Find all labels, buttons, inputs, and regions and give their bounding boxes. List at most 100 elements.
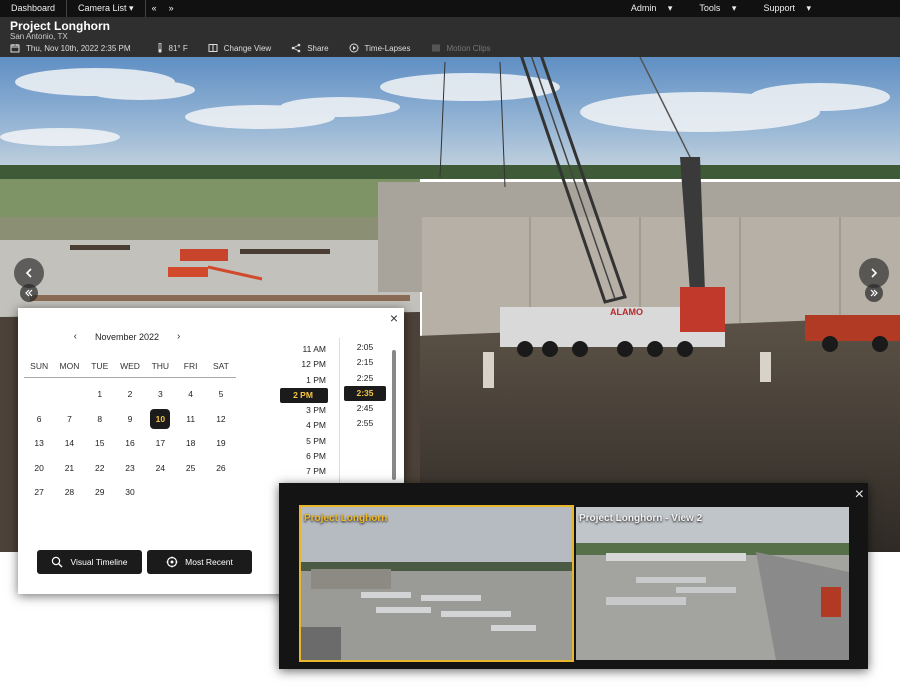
hour-option[interactable]: 6 PM bbox=[280, 449, 328, 464]
calendar-day[interactable]: 17 bbox=[145, 431, 175, 456]
calendar-day[interactable]: 5 bbox=[206, 382, 236, 407]
nav-camera-list-dropdown[interactable]: Camera List ▾ bbox=[67, 0, 146, 17]
change-view-button[interactable]: Change View bbox=[208, 43, 271, 53]
chevron-right-icon bbox=[871, 268, 878, 278]
weekday-label: TUE bbox=[91, 361, 109, 371]
time-lapses-label: Time-Lapses bbox=[364, 43, 411, 53]
selected-day-label: 10 bbox=[150, 408, 171, 429]
minute-option[interactable]: 2:25 bbox=[344, 371, 386, 386]
calendar-day[interactable]: 16 bbox=[115, 431, 145, 456]
hour-option[interactable]: 11 AM bbox=[280, 342, 328, 357]
next-month-button[interactable]: › bbox=[177, 331, 180, 342]
nav-expand-button[interactable]: » bbox=[163, 0, 180, 17]
nav-support-dropdown[interactable]: Support ▾ bbox=[745, 0, 820, 17]
calendar-day[interactable]: 23 bbox=[115, 456, 145, 481]
calendar-week-row: 20 21 22 23 24 25 26 bbox=[24, 456, 236, 481]
divider bbox=[339, 338, 340, 484]
nav-dashboard-link[interactable]: Dashboard bbox=[0, 0, 68, 17]
calendar-day[interactable]: 18 bbox=[175, 431, 205, 456]
calendar-day[interactable]: 4 bbox=[175, 382, 205, 407]
nav-tools-dropdown[interactable]: Tools ▾ bbox=[681, 0, 745, 17]
camera-tile-label: Project Longhorn - View 2 bbox=[579, 513, 703, 524]
calendar-day[interactable]: 22 bbox=[85, 456, 115, 481]
film-icon bbox=[431, 44, 440, 52]
nav-admin-dropdown[interactable]: Admin ▾ bbox=[613, 0, 682, 17]
camera-tile[interactable]: Project Longhorn bbox=[299, 505, 574, 662]
calendar-day[interactable]: 27 bbox=[24, 480, 54, 505]
calendar-day[interactable]: 19 bbox=[206, 431, 236, 456]
calendar-week-row: 12345 bbox=[24, 382, 236, 407]
hour-option[interactable]: 2 PM bbox=[280, 387, 328, 404]
calendar-day[interactable]: 10 bbox=[145, 407, 175, 432]
time-lapses-button[interactable]: Time-Lapses bbox=[349, 43, 411, 53]
calendar-day[interactable]: 3 bbox=[145, 382, 175, 407]
tools-label: Tools bbox=[699, 3, 721, 13]
hour-option[interactable]: 4 PM bbox=[280, 418, 328, 433]
most-recent-button[interactable]: Most Recent bbox=[147, 550, 252, 574]
calendar-empty-cell bbox=[54, 382, 84, 407]
double-chevron-right-icon bbox=[870, 289, 878, 297]
close-icon[interactable]: × bbox=[855, 486, 864, 504]
user-icon[interactable] bbox=[871, 2, 889, 16]
scrollbar[interactable] bbox=[391, 338, 397, 488]
minute-option[interactable]: 2:45 bbox=[344, 401, 386, 416]
layout-icon bbox=[208, 44, 218, 52]
camera-tile[interactable]: Project Longhorn - View 2 bbox=[576, 507, 849, 660]
bell-icon[interactable] bbox=[823, 2, 841, 16]
motion-clips-button[interactable]: Motion Clips bbox=[431, 43, 491, 53]
hour-option[interactable]: 12 PM bbox=[280, 357, 328, 372]
weekday-label: WED bbox=[120, 361, 140, 371]
calendar-day[interactable]: 26 bbox=[206, 456, 236, 481]
camera-tile-label: Project Longhorn bbox=[304, 513, 388, 524]
calendar-icon bbox=[10, 44, 20, 53]
hour-option[interactable]: 1 PM bbox=[280, 373, 328, 388]
calendar-day[interactable]: 30 bbox=[115, 480, 145, 505]
calendar-day[interactable]: 21 bbox=[54, 456, 84, 481]
calendar-week-row: 27 28 29 30 bbox=[24, 480, 236, 505]
calendar-day[interactable]: 25 bbox=[175, 456, 205, 481]
calendar-day[interactable]: 2 bbox=[115, 382, 145, 407]
hour-option[interactable]: 7 PM bbox=[280, 464, 328, 479]
calendar-day[interactable]: 20 bbox=[24, 456, 54, 481]
hour-option[interactable]: 3 PM bbox=[280, 403, 328, 418]
share-button[interactable]: Share bbox=[291, 43, 329, 53]
camera-switcher-panel: × Project Longhorn Project Longhorn - Vi… bbox=[279, 483, 868, 669]
calendar-day[interactable]: 29 bbox=[85, 480, 115, 505]
prev-month-button[interactable]: ‹ bbox=[74, 331, 77, 342]
hour-option[interactable]: 5 PM bbox=[280, 434, 328, 449]
calendar-day[interactable]: 11 bbox=[175, 407, 205, 432]
close-icon[interactable]: × bbox=[390, 310, 398, 326]
calendar-day[interactable]: 24 bbox=[145, 456, 175, 481]
first-image-button[interactable] bbox=[20, 284, 38, 302]
minute-option[interactable]: 2:05 bbox=[344, 340, 386, 355]
calendar-week-row: 13 14 15 16 17 18 19 bbox=[24, 431, 236, 456]
scrollbar-thumb[interactable] bbox=[392, 350, 396, 480]
calendar-grid: SUN MON TUE WED THU FRI SAT 1 2 3 4 5 6 7 8 9 10 1… bbox=[24, 356, 236, 505]
minute-list: 2:05 2:15 2:25 2:35 2:45 2:55 bbox=[344, 340, 386, 432]
calendar-day[interactable]: 12 bbox=[206, 407, 236, 432]
visual-timeline-label: Visual Timeline bbox=[70, 557, 128, 567]
last-image-button[interactable] bbox=[865, 284, 883, 302]
minute-option[interactable]: 2:35 bbox=[344, 385, 386, 402]
play-circle-icon bbox=[349, 43, 359, 53]
motion-clips-label: Motion Clips bbox=[446, 43, 491, 53]
calendar-day[interactable]: 7 bbox=[54, 407, 84, 432]
calendar-day[interactable]: 9 bbox=[115, 407, 145, 432]
calendar-day[interactable]: 8 bbox=[85, 407, 115, 432]
visual-timeline-button[interactable]: Visual Timeline bbox=[37, 550, 142, 574]
calendar-day[interactable]: 28 bbox=[54, 480, 84, 505]
calendar-day[interactable]: 13 bbox=[24, 431, 54, 456]
calendar-day[interactable]: 1 bbox=[85, 382, 115, 407]
globe-icon[interactable] bbox=[847, 2, 865, 16]
calendar-week-row: 6 7 8 9 10 11 12 bbox=[24, 407, 236, 432]
toolbar: Thu, Nov 10th, 2022 2:35 PM 81° F Change… bbox=[10, 43, 511, 53]
minute-option[interactable]: 2:55 bbox=[344, 416, 386, 431]
calendar-day[interactable]: 14 bbox=[54, 431, 84, 456]
calendar-empty-cell bbox=[175, 480, 205, 505]
calendar-day[interactable]: 15 bbox=[85, 431, 115, 456]
datetime-picker-button[interactable]: Thu, Nov 10th, 2022 2:35 PM bbox=[10, 43, 131, 53]
change-view-label: Change View bbox=[223, 43, 272, 53]
calendar-day[interactable]: 6 bbox=[24, 407, 54, 432]
minute-option[interactable]: 2:15 bbox=[344, 355, 386, 370]
nav-collapse-button[interactable]: « bbox=[146, 0, 163, 17]
